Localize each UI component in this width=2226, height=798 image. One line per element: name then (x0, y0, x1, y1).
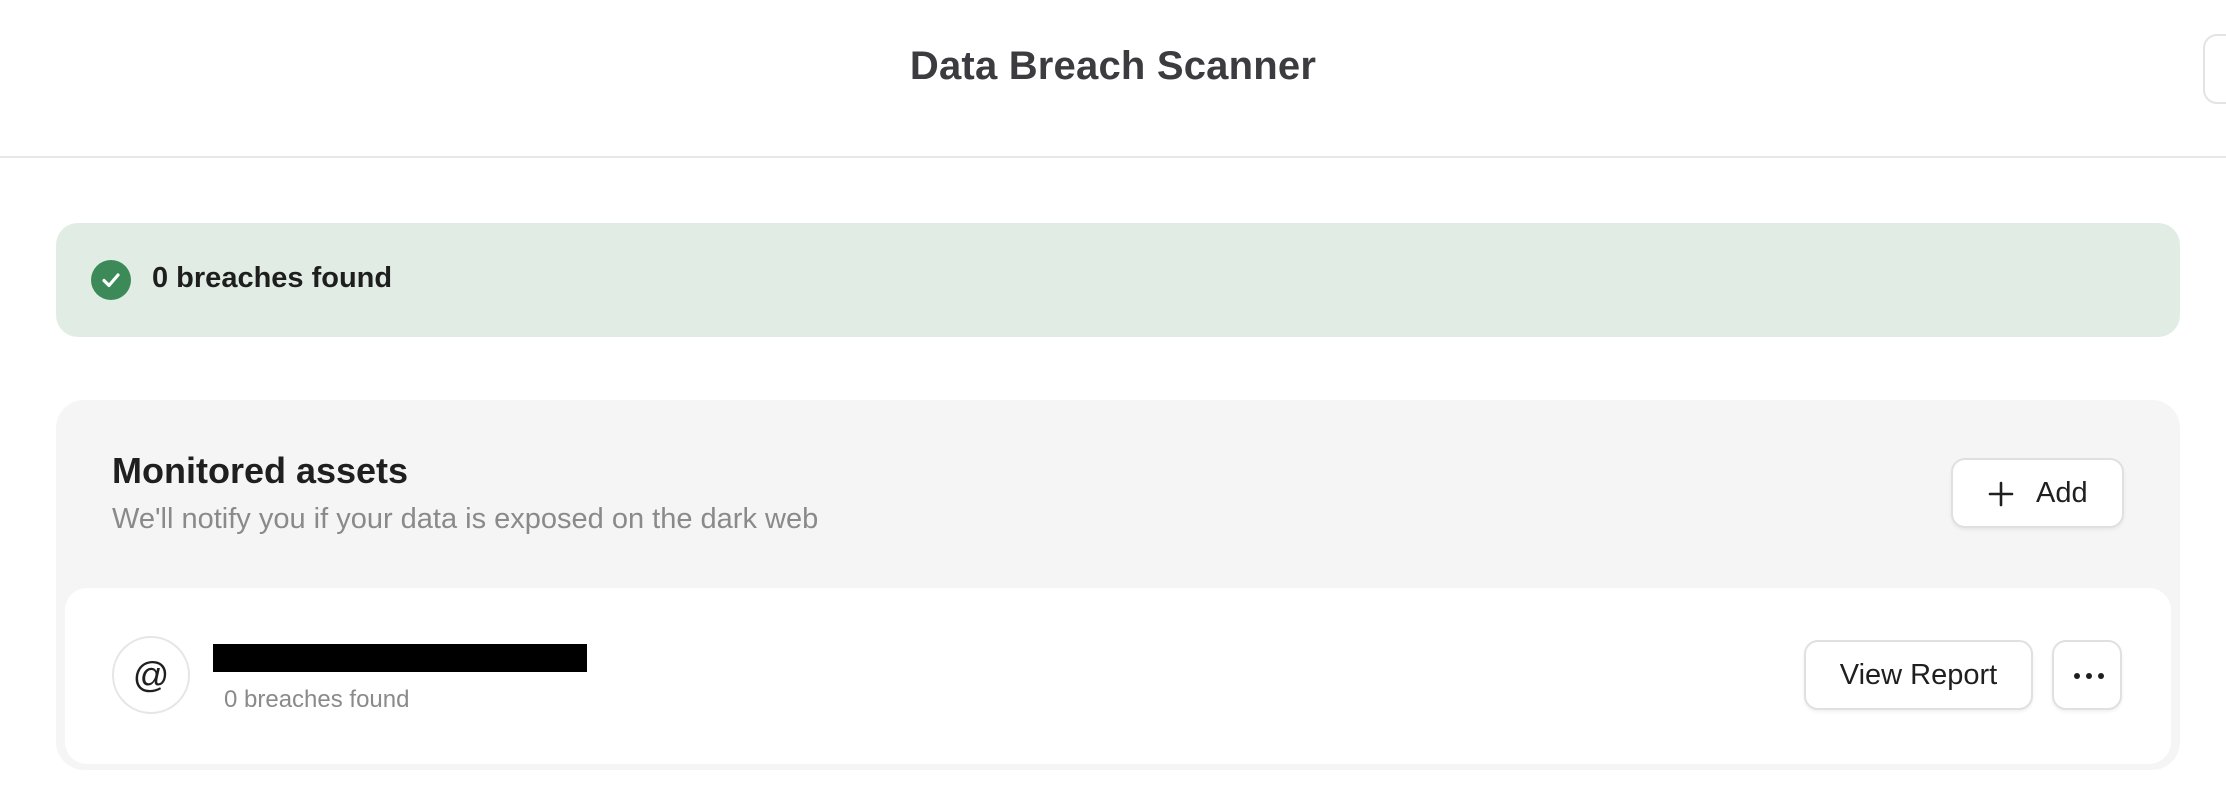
more-options-button[interactable] (2052, 640, 2122, 710)
asset-email-redacted (213, 644, 587, 672)
breach-status-banner: 0 breaches found (56, 223, 2180, 337)
view-report-button[interactable]: View Report (1804, 640, 2033, 710)
check-circle-icon (91, 260, 131, 300)
asset-breach-status: 0 breaches found (224, 686, 410, 713)
section-title: Monitored assets (112, 450, 409, 491)
page-title: Data Breach Scanner (909, 44, 1317, 88)
more-horizontal-icon (2074, 673, 2104, 679)
at-sign-glyph: @ (132, 654, 170, 695)
breach-status-text: 0 breaches found (152, 262, 393, 294)
monitored-assets-panel: Monitored assets We'll notify you if you… (56, 400, 2180, 770)
add-button-label: Add (2036, 477, 2088, 509)
app-header: Data Breach Scanner (0, 0, 2226, 158)
asset-row: @ 0 breaches found View Report (65, 588, 2171, 764)
header-action-button[interactable] (2203, 34, 2226, 104)
plus-icon (1988, 481, 2014, 507)
view-report-label: View Report (1839, 659, 1998, 691)
section-subtitle: We'll notify you if your data is exposed… (112, 503, 819, 535)
add-asset-button[interactable]: Add (1951, 458, 2124, 528)
at-sign-icon: @ (112, 636, 190, 714)
